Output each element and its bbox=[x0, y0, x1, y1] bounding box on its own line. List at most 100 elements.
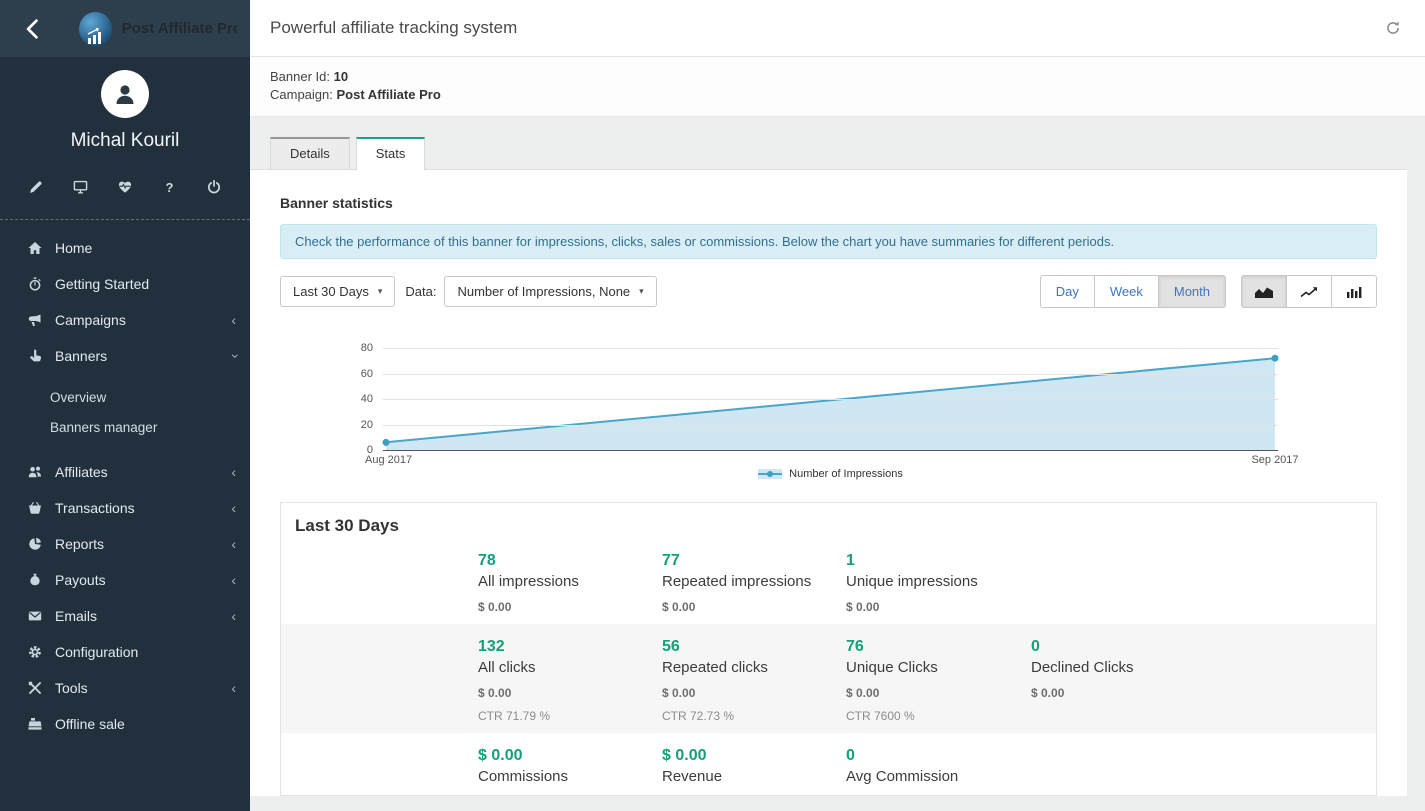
stat-label: Unique Clicks bbox=[846, 659, 1021, 676]
refresh-icon[interactable] bbox=[1381, 16, 1405, 40]
sidebar-item-getting-started[interactable]: Getting Started bbox=[0, 266, 250, 302]
stat-value: 77 bbox=[662, 552, 836, 570]
area-chart-button[interactable] bbox=[1241, 275, 1287, 308]
sidebar-item-label: Home bbox=[55, 240, 92, 256]
quick-actions: ? bbox=[0, 179, 250, 195]
sidebar-nav: Home Getting Started Campaigns ‹ Banners… bbox=[0, 219, 250, 742]
sidebar-item-reports[interactable]: Reports ‹ bbox=[0, 526, 250, 562]
data-dropdown[interactable]: Number of Impressions, None ▾ bbox=[444, 276, 656, 307]
stat-cell: 76 Unique Clicks $ 0.00 CTR 7600 % bbox=[846, 638, 1031, 723]
section-heading: Banner statistics bbox=[250, 170, 1407, 211]
tab-label: Details bbox=[290, 146, 330, 161]
summary-row-impressions: 78 All impressions $ 0.00 77 Repeated im… bbox=[281, 538, 1376, 624]
pie-chart-icon bbox=[28, 537, 42, 551]
summary-heading: Last 30 Days bbox=[281, 503, 1376, 538]
sidebar-item-label: Getting Started bbox=[55, 276, 149, 292]
sidebar-item-label: Banners bbox=[55, 348, 107, 364]
megaphone-icon bbox=[28, 313, 42, 327]
bar-chart-icon bbox=[1345, 286, 1363, 298]
sidebar-item-payouts[interactable]: Payouts ‹ bbox=[0, 562, 250, 598]
sidebar-item-overview[interactable]: Overview bbox=[0, 382, 250, 412]
stats-panel: Banner statistics Check the performance … bbox=[250, 169, 1407, 796]
gutter bbox=[281, 747, 478, 785]
stat-value: 0 bbox=[1031, 638, 1366, 656]
week-button[interactable]: Week bbox=[1094, 275, 1159, 308]
back-button[interactable] bbox=[16, 12, 49, 46]
tools-icon bbox=[28, 681, 42, 695]
stat-cell: $ 0.00 Revenue bbox=[662, 747, 846, 785]
legend-marker bbox=[758, 469, 782, 479]
bar-chart-button[interactable] bbox=[1331, 275, 1377, 308]
chevron-left-icon: ‹ bbox=[231, 465, 236, 479]
health-icon[interactable] bbox=[117, 179, 133, 195]
stat-money: $ 0.00 bbox=[1031, 686, 1366, 700]
day-button[interactable]: Day bbox=[1040, 275, 1095, 308]
sidebar-item-label: Campaigns bbox=[55, 312, 126, 328]
gridline bbox=[383, 425, 1278, 426]
sidebar-item-campaigns[interactable]: Campaigns ‹ bbox=[0, 302, 250, 338]
info-message: Check the performance of this banner for… bbox=[280, 224, 1377, 259]
x-axis-label-end: Sep 2017 bbox=[1245, 454, 1305, 466]
chevron-left-icon: ‹ bbox=[231, 609, 236, 623]
tab-details[interactable]: Details bbox=[270, 137, 350, 169]
period-dropdown[interactable]: Last 30 Days ▾ bbox=[280, 276, 395, 307]
sidebar-item-label: Payouts bbox=[55, 572, 106, 588]
data-point bbox=[383, 439, 390, 446]
stat-cell: 0 Avg Commission bbox=[846, 747, 1031, 785]
cash-register-icon bbox=[28, 717, 42, 731]
sidebar-item-home[interactable]: Home bbox=[0, 230, 250, 266]
hand-pointer-icon bbox=[28, 349, 42, 363]
summary-row-commissions: $ 0.00 Commissions $ 0.00 Revenue 0 Avg … bbox=[281, 733, 1376, 795]
stat-label: Declined Clicks bbox=[1031, 659, 1366, 676]
campaign-label: Campaign: bbox=[270, 87, 333, 102]
sidebar-item-label: Tools bbox=[55, 680, 88, 696]
data-label: Data: bbox=[405, 284, 436, 299]
user-name: Michal Kouril bbox=[0, 130, 250, 152]
month-button[interactable]: Month bbox=[1158, 275, 1226, 308]
sidebar-item-configuration[interactable]: Configuration bbox=[0, 634, 250, 670]
sidebar-item-emails[interactable]: Emails ‹ bbox=[0, 598, 250, 634]
basket-icon bbox=[28, 501, 42, 515]
avatar[interactable] bbox=[101, 70, 149, 118]
sidebar-item-affiliates[interactable]: Affiliates ‹ bbox=[0, 454, 250, 490]
gear-icon bbox=[28, 645, 42, 659]
stat-money: $ 0.00 bbox=[478, 600, 652, 614]
pencil-icon[interactable] bbox=[28, 179, 44, 195]
stat-cell: 77 Repeated impressions $ 0.00 bbox=[662, 552, 846, 614]
sidebar-item-transactions[interactable]: Transactions ‹ bbox=[0, 490, 250, 526]
gridline bbox=[383, 399, 1278, 400]
chevron-left-icon: ‹ bbox=[231, 501, 236, 515]
sidebar-item-label: Reports bbox=[55, 536, 104, 552]
power-icon[interactable] bbox=[206, 179, 222, 195]
sidebar-header: Post Affiliate Pro bbox=[0, 0, 250, 57]
stat-ctr: CTR 7600 % bbox=[846, 709, 1021, 723]
monitor-icon[interactable] bbox=[73, 179, 89, 195]
stat-value: 76 bbox=[846, 638, 1021, 656]
person-icon bbox=[112, 81, 138, 107]
stat-money: $ 0.00 bbox=[478, 686, 652, 700]
chart-controls: Last 30 Days ▾ Data: Number of Impressio… bbox=[280, 275, 1377, 308]
stat-money: $ 0.00 bbox=[662, 600, 836, 614]
user-profile: Michal Kouril bbox=[0, 57, 250, 152]
sidebar-item-offline-sale[interactable]: Offline sale bbox=[0, 706, 250, 742]
sidebar-item-banners[interactable]: Banners ‹ bbox=[0, 338, 250, 374]
gridline bbox=[383, 450, 1278, 451]
sidebar-item-tools[interactable]: Tools ‹ bbox=[0, 670, 250, 706]
chart-legend: Number of Impressions bbox=[383, 468, 1278, 480]
tab-bar: Details Stats bbox=[250, 137, 1407, 169]
stat-ctr: CTR 72.73 % bbox=[662, 709, 836, 723]
users-icon bbox=[28, 465, 42, 479]
line-chart-button[interactable] bbox=[1286, 275, 1332, 308]
gutter bbox=[281, 552, 478, 614]
banner-id-label: Banner Id: bbox=[270, 69, 330, 84]
y-axis-tick: 80 bbox=[335, 342, 373, 354]
sidebar-item-banners-manager[interactable]: Banners manager bbox=[0, 412, 250, 442]
help-icon[interactable]: ? bbox=[162, 179, 178, 195]
caret-down-icon: ▾ bbox=[639, 286, 644, 297]
tab-stats[interactable]: Stats bbox=[356, 137, 426, 170]
period-dropdown-value: Last 30 Days bbox=[293, 284, 369, 299]
stat-label: Repeated impressions bbox=[662, 573, 836, 590]
stat-value: 78 bbox=[478, 552, 652, 570]
topbar: Powerful affiliate tracking system bbox=[250, 0, 1425, 57]
main-area: Powerful affiliate tracking system Banne… bbox=[250, 0, 1425, 811]
